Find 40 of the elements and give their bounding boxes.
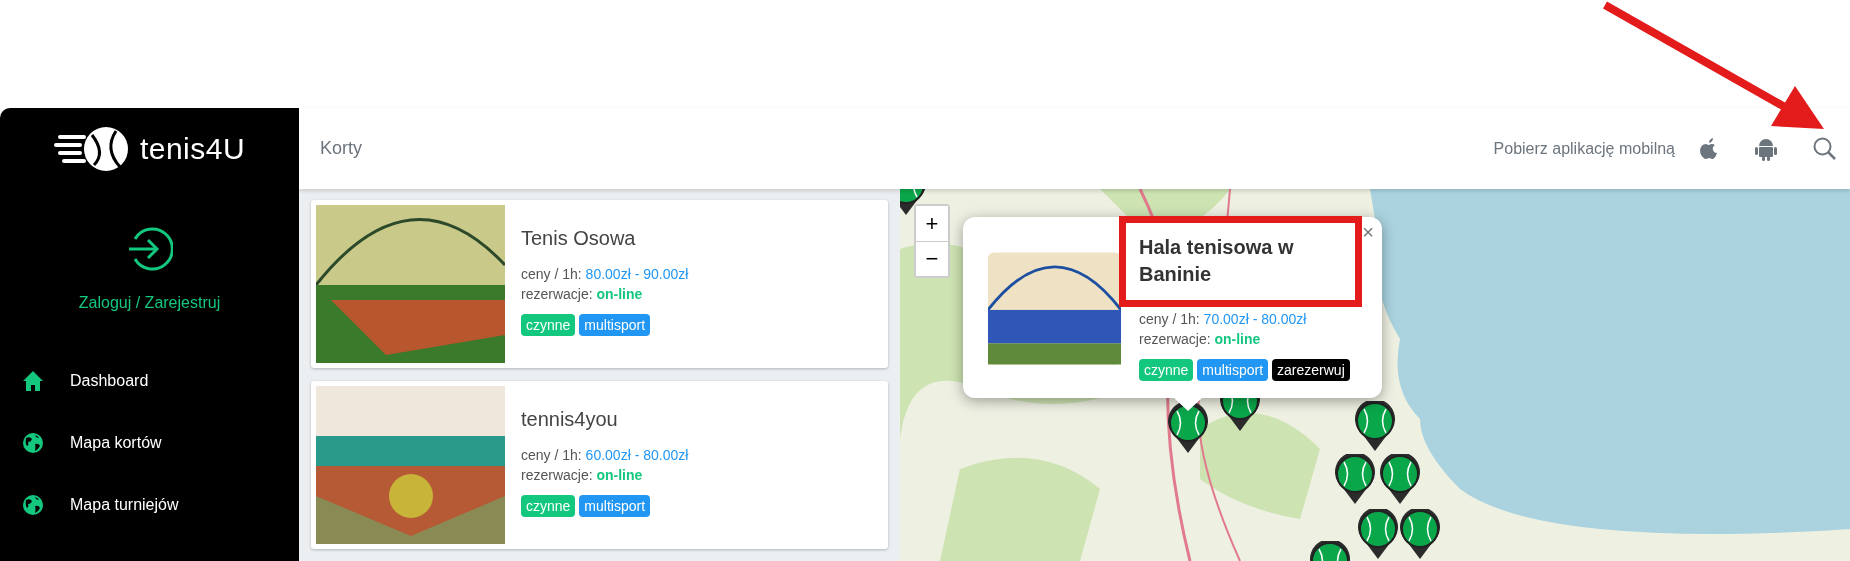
- map-marker[interactable]: [1168, 403, 1208, 455]
- zoom-out-button[interactable]: −: [916, 241, 948, 276]
- tag: multisport: [579, 314, 651, 336]
- android-icon[interactable]: [1755, 136, 1777, 161]
- court-name: tennis4you: [521, 408, 619, 431]
- nav-link[interactable]: Mapa turniejów: [70, 495, 179, 514]
- apple-icon[interactable]: [1699, 137, 1719, 160]
- globe-icon: [22, 493, 44, 516]
- logo-text: tenis4U: [139, 132, 246, 166]
- court-card[interactable]: tennis4you ceny / 1h: 60.00zł - 80.00zł rezerwacje: on-line czynne multisport: [311, 381, 888, 549]
- tag: multisport: [579, 495, 651, 517]
- search-icon[interactable]: [1813, 137, 1836, 160]
- tag: multisport: [1197, 359, 1269, 381]
- home-icon: [22, 369, 44, 392]
- map-marker[interactable]: [1358, 509, 1398, 561]
- tag: czynne: [1139, 359, 1194, 381]
- nav-link[interactable]: Mapa kortów: [70, 433, 162, 452]
- map-marker[interactable]: [1380, 454, 1420, 506]
- court-name: Hala tenisowa w Baninie: [1139, 235, 1295, 287]
- price-text: ceny / 1h: 70.00zł - 80.00zł: [1139, 310, 1308, 329]
- map-marker[interactable]: [1400, 509, 1440, 561]
- booking-text: rezerwacje: on-line: [1139, 330, 1262, 349]
- court-card[interactable]: Tenis Osowa ceny / 1h: 80.00zł - 90.00zł rezerwacje: on-line czynne multisport: [311, 200, 888, 368]
- login-link[interactable]: Zaloguj / Zarejestruj: [78, 294, 221, 312]
- tag: czynne: [521, 495, 576, 517]
- globe-icon: [22, 431, 44, 454]
- map-marker[interactable]: [1335, 454, 1375, 506]
- page-title: Korty: [320, 138, 363, 159]
- price-text: ceny / 1h: 80.00zł - 90.00zł: [521, 265, 689, 284]
- price-text: ceny / 1h: 60.00zł - 80.00zł: [521, 446, 689, 465]
- nav-link[interactable]: Dashboard: [70, 371, 149, 390]
- booking-text: rezerwacje: on-line: [521, 285, 644, 304]
- close-button[interactable]: ×: [1362, 221, 1374, 244]
- booking-text: rezerwacje: on-line: [521, 466, 644, 485]
- login-icon[interactable]: [126, 226, 173, 272]
- map-marker[interactable]: [1355, 401, 1395, 453]
- court-name: Tenis Osowa: [521, 227, 637, 250]
- app-download-text: Pobierz aplikację mobilną: [1493, 139, 1675, 158]
- reserve-button[interactable]: zarezerwuj: [1272, 359, 1350, 381]
- tag: czynne: [521, 314, 576, 336]
